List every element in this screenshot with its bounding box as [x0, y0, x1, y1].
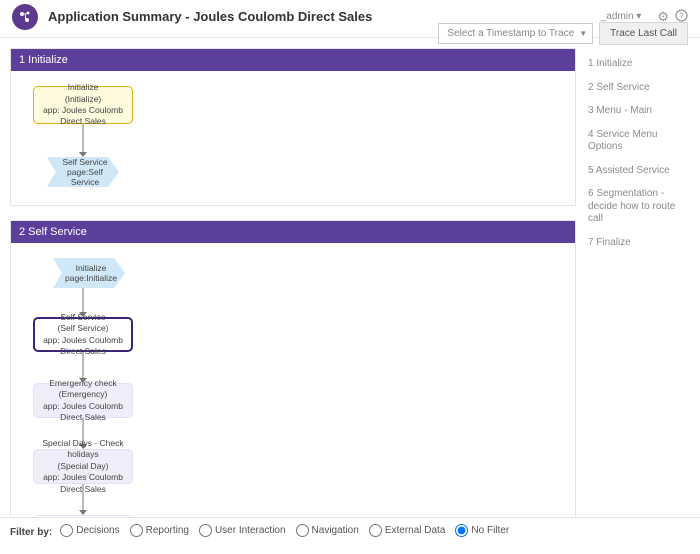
page-title: Application Summary - Joules Coulomb Dir… [48, 9, 372, 24]
flow-node[interactable]: Self Service(Self Service)app: Joules Co… [33, 317, 133, 352]
filter-bar: Filter by: Decisions Reporting User Intera… [0, 517, 700, 544]
sidebar-item[interactable]: 2 Self Service [588, 82, 692, 95]
flow-section: 2 Self Service Initializepage:Initialize S… [10, 220, 576, 516]
chevron-down-icon: ▼ [579, 29, 587, 38]
sidebar-item[interactable]: 1 Initialize [588, 58, 692, 71]
filter-option[interactable]: No Filter [455, 524, 509, 537]
flow-node[interactable]: Initializepage:Initialize [53, 258, 125, 288]
filter-option[interactable]: Decisions [60, 524, 119, 537]
sidebar-item[interactable]: 5 Assisted Service [588, 165, 692, 178]
flow-node[interactable]: Check Business Hours [33, 515, 133, 516]
horizontal-scrollbar[interactable] [4, 544, 696, 554]
sidebar-item[interactable]: 4 Service Menu Options [588, 129, 692, 154]
timestamp-label: Select a Timestamp to Trace [447, 28, 574, 39]
filter-option[interactable]: Navigation [296, 524, 359, 537]
flow-node[interactable]: Initialize(Initialize)app: Joules Coulom… [33, 86, 133, 124]
trace-last-call-button[interactable]: Trace Last Call [599, 22, 688, 45]
filter-option[interactable]: External Data [369, 524, 446, 537]
toolbar: Select a Timestamp to Trace ▼ Trace Last… [438, 22, 688, 45]
filter-label: Filter by: [10, 527, 52, 538]
sidebar-item[interactable]: 3 Menu - Main [588, 105, 692, 118]
section-nav: 1 Initialize 2 Self Service 3 Menu - Main 4… [582, 48, 700, 516]
flow-node[interactable]: Self Servicepage:Self Service [47, 157, 119, 187]
filter-option[interactable]: User Interaction [199, 524, 286, 537]
timestamp-select[interactable]: Select a Timestamp to Trace ▼ [438, 23, 593, 44]
sidebar-item[interactable]: 7 Finalize [588, 237, 692, 250]
user-link[interactable]: _admin ▾ [601, 11, 642, 22]
flow-node[interactable]: Emergency check(Emergency)app: Joules Co… [33, 383, 133, 418]
filter-option[interactable]: Reporting [130, 524, 189, 537]
svg-text:?: ? [679, 11, 684, 20]
section-header: 2 Self Service [11, 221, 575, 243]
flow-node[interactable]: Special Days - Check holidays(Special Da… [33, 449, 133, 484]
section-header: 1 Initialize [11, 49, 575, 71]
logo-icon [12, 4, 38, 30]
main-content: 1 Initialize Initialize(Initialize)app: J… [0, 48, 582, 516]
sidebar-item[interactable]: 6 Segmentation - decide how to route cal… [588, 188, 692, 226]
flow-section: 1 Initialize Initialize(Initialize)app: J… [10, 48, 576, 206]
